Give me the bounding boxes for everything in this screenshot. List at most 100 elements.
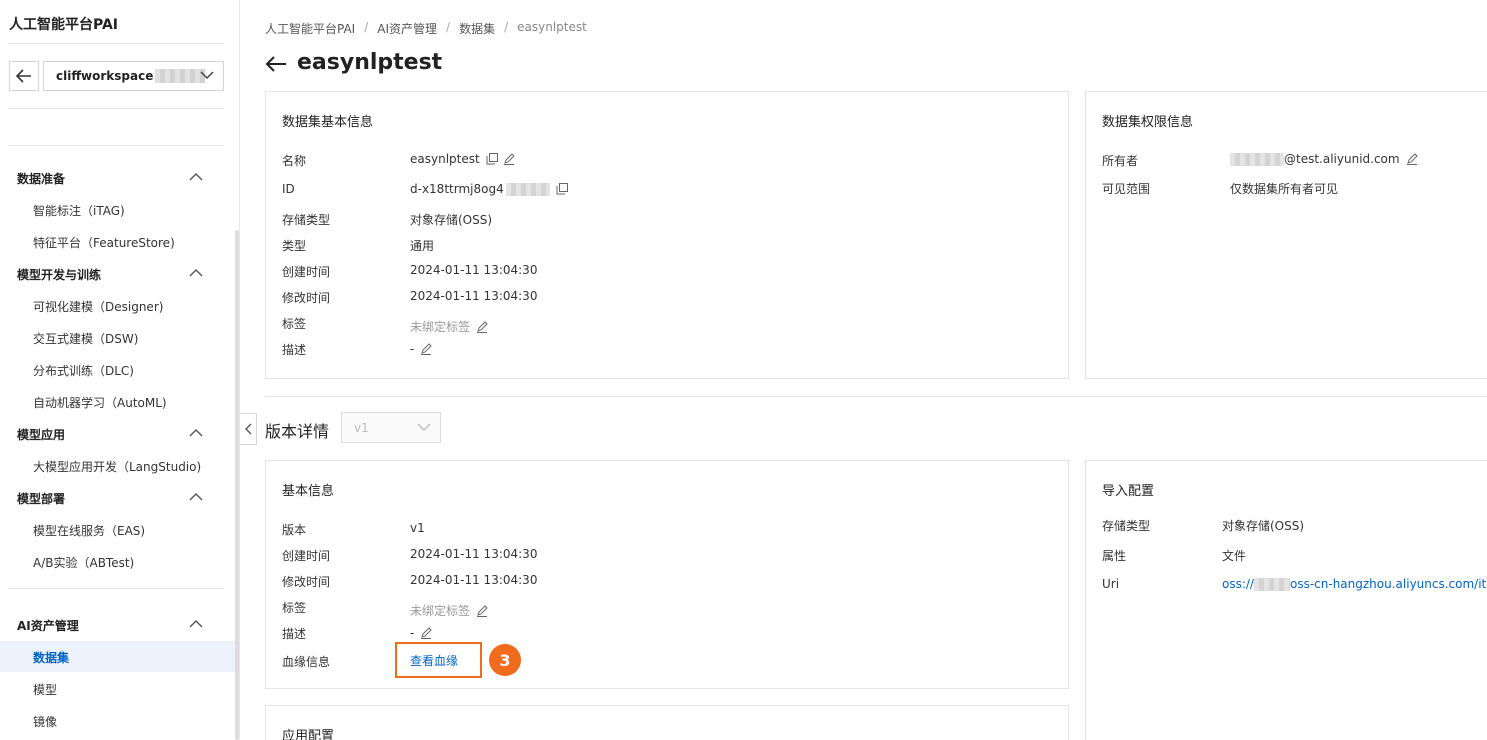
nav-group-model-deploy[interactable]: 模型部署 [17, 490, 65, 507]
info-label: 描述 [282, 343, 307, 357]
back-arrow-icon[interactable] [265, 55, 287, 73]
card-title: 数据集基本信息 [282, 115, 374, 130]
info-value-uri[interactable]: oss:// oss-cn-hangzhou.aliyuncs.com/itag… [1222, 577, 1487, 591]
info-value-version: v1 [410, 521, 425, 535]
edit-icon[interactable] [420, 627, 433, 639]
info-label: 可见范围 [1102, 182, 1151, 196]
dataset-name-value: easynlptest [410, 152, 480, 166]
breadcrumb: 人工智能平台PAI / AI资产管理 / 数据集 / easynlptest [265, 20, 596, 37]
info-label: 所有者 [1102, 154, 1139, 168]
view-lineage-text: 查看血缘 [410, 653, 459, 668]
page-root: 人工智能平台PAI cliffworkspace 数据准备 智能标注（iTAG)… [0, 0, 1487, 740]
info-value-storage: 对象存储(OSS) [410, 213, 493, 227]
sidebar-scrollbar[interactable] [235, 230, 239, 740]
copy-icon[interactable] [486, 153, 498, 165]
info-label: 修改时间 [282, 575, 331, 589]
chevron-down-icon [200, 71, 214, 80]
sidebar-divider [8, 43, 224, 44]
chevron-left-icon [245, 423, 252, 435]
info-value-tags: 未绑定标签 [410, 602, 488, 619]
info-value-storage: 对象存储(OSS) [1222, 519, 1305, 533]
breadcrumb-separator: / [504, 20, 509, 34]
info-value-desc: - [410, 342, 433, 356]
info-value-owner: @test.aliyunid.com [1230, 152, 1418, 166]
info-value-id: d-x18ttrmj8og4 [410, 182, 568, 196]
breadcrumb-separator: / [364, 20, 369, 34]
nav-group-ai-assets[interactable]: AI资产管理 [17, 617, 79, 634]
dataset-id-value: d-x18ttrmj8og4 [410, 182, 504, 196]
workspace-select[interactable]: cliffworkspace [43, 61, 224, 91]
info-label: 存储类型 [1102, 519, 1151, 533]
info-value-created: 2024-01-11 13:04:30 [410, 263, 538, 277]
version-select-value: v1 [354, 420, 369, 435]
chevron-up-icon[interactable] [189, 492, 203, 501]
sidebar-item-featurestore[interactable]: 特征平台（FeatureStore) [33, 234, 175, 251]
sidebar-divider [8, 108, 224, 109]
breadcrumb-ai-assets[interactable]: AI资产管理 [377, 20, 437, 37]
nav-group-model-dev[interactable]: 模型开发与训练 [17, 266, 101, 283]
info-label: 版本 [282, 523, 307, 537]
step-badge: 3 [489, 644, 521, 676]
sidebar-collapse-button[interactable] [240, 413, 257, 445]
chevron-up-icon[interactable] [189, 619, 203, 628]
info-value-name: easynlptest [410, 152, 515, 166]
info-value-desc: - [410, 626, 433, 640]
edit-icon[interactable] [503, 153, 515, 165]
section-divider [265, 396, 1487, 397]
sidebar-item-datasets[interactable]: 数据集 [33, 649, 69, 666]
edit-icon[interactable] [420, 343, 433, 355]
info-value-attr: 文件 [1222, 549, 1247, 563]
sidebar-item-itag[interactable]: 智能标注（iTAG) [33, 202, 125, 219]
info-label: 标签 [282, 601, 307, 615]
card-title: 导入配置 [1102, 484, 1155, 499]
sidebar-item-langstudio[interactable]: 大模型应用开发（LangStudio) [33, 458, 201, 475]
chevron-up-icon[interactable] [189, 172, 203, 181]
breadcrumb-pai[interactable]: 人工智能平台PAI [265, 20, 355, 37]
chevron-up-icon[interactable] [189, 428, 203, 437]
sidebar-item-automl[interactable]: 自动机器学习（AutoML) [33, 394, 167, 411]
sidebar-item-models[interactable]: 模型 [33, 681, 57, 698]
sidebar-item-dsw[interactable]: 交互式建模（DSW) [33, 330, 138, 347]
edit-icon[interactable] [476, 320, 488, 333]
info-value-modified: 2024-01-11 13:04:30 [410, 289, 538, 303]
arrow-left-icon [16, 69, 31, 83]
redacted-mask [505, 182, 550, 196]
breadcrumb-separator: / [446, 20, 451, 34]
edit-icon[interactable] [1406, 153, 1418, 165]
tags-value: 未绑定标签 [410, 320, 471, 334]
app-config-card: 应用配置 [265, 705, 1069, 740]
nav-group-model-app[interactable]: 模型应用 [17, 426, 65, 443]
workspace-back-button[interactable] [9, 61, 39, 91]
version-select[interactable]: v1 [341, 412, 441, 443]
chevron-up-icon[interactable] [189, 268, 203, 277]
info-value-visibility: 仅数据集所有者可见 [1230, 182, 1339, 196]
import-config-card: 导入配置 存储类型 对象存储(OSS) 属性 文件 Uri oss:// oss… [1085, 460, 1487, 740]
info-label: 标签 [282, 317, 307, 331]
info-label: ID [282, 182, 295, 196]
dataset-info-card: 数据集基本信息 名称 easynlptest ID d-x18ttrmj8og4… [265, 91, 1069, 379]
breadcrumb-datasets[interactable]: 数据集 [459, 20, 495, 37]
sidebar-item-eas[interactable]: 模型在线服务（EAS) [33, 522, 145, 539]
chevron-down-icon [417, 423, 431, 431]
copy-icon[interactable] [556, 183, 568, 195]
basic-info-card: 基本信息 版本 v1 创建时间 2024-01-11 13:04:30 修改时间… [265, 460, 1069, 689]
desc-value: - [410, 342, 415, 356]
sidebar-item-designer[interactable]: 可视化建模（Designer) [33, 298, 163, 315]
redacted-mask [155, 69, 206, 83]
owner-value: @test.aliyunid.com [1284, 152, 1400, 166]
info-value-created: 2024-01-11 13:04:30 [410, 547, 538, 561]
info-label: 描述 [282, 627, 307, 641]
tags-value: 未绑定标签 [410, 604, 471, 618]
desc-value: - [410, 626, 415, 640]
page-title: easynlptest [297, 50, 443, 75]
view-lineage-link[interactable]: 查看血缘 [395, 642, 482, 678]
sidebar-divider [8, 145, 224, 146]
sidebar-divider [8, 588, 224, 589]
redacted-mask [1230, 152, 1284, 166]
nav-group-data-prep[interactable]: 数据准备 [17, 170, 65, 187]
sidebar-item-dlc[interactable]: 分布式训练（DLC) [33, 362, 134, 379]
card-title: 数据集权限信息 [1102, 115, 1194, 130]
edit-icon[interactable] [476, 604, 488, 617]
sidebar-item-abtest[interactable]: A/B实验（ABTest) [33, 554, 134, 571]
sidebar-item-images[interactable]: 镜像 [33, 713, 57, 730]
